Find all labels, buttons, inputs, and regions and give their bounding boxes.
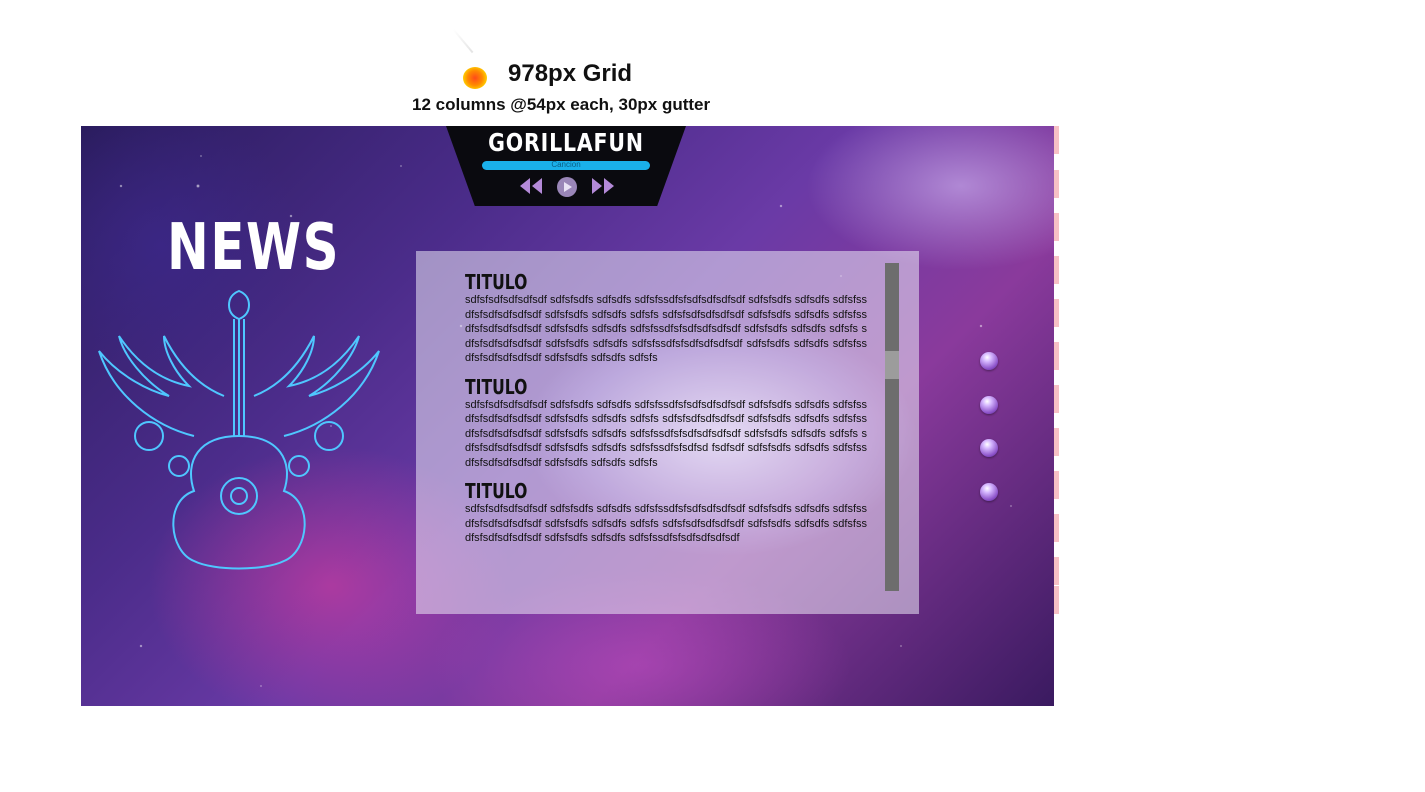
galaxy-stage: GORILLAFUN Cancion NEWS TITULO sdfsfsdfs… <box>81 126 1054 706</box>
bubble-nav-icon[interactable] <box>980 439 998 457</box>
news-panel: TITULO sdfsfsdfsdfsdfsdf sdfsfsdfs sdfsd… <box>416 251 919 614</box>
play-icon[interactable] <box>556 176 578 203</box>
bubble-nav-icon[interactable] <box>980 352 998 370</box>
bubble-nav-icon[interactable] <box>980 483 998 501</box>
article-list[interactable]: TITULO sdfsfsdfsdfsdfsdf sdfsfsdfs sdfsd… <box>465 271 867 601</box>
article-body: sdfsfsdfsdfsdfsdf sdfsfsdfs sdfsdfs sdfs… <box>465 503 867 544</box>
grid-dot-icon <box>463 67 487 89</box>
article: TITULO sdfsfsdfsdfsdfsdf sdfsfsdfs sdfsd… <box>465 376 867 471</box>
player-track-label: Cancion <box>551 160 581 169</box>
player-brand: GORILLAFUN <box>488 128 644 157</box>
winged-guitar-icon <box>98 289 380 570</box>
article: TITULO sdfsfsdfsdfsdfsdf sdfsfsdfs sdfsd… <box>465 271 867 366</box>
article: TITULO sdfsfsdfsdfsdfsdf sdfsfsdfs sdfsd… <box>465 480 867 546</box>
grid-subtitle: 12 columns @54px each, 30px gutter <box>412 95 711 114</box>
article-title: TITULO <box>465 374 528 399</box>
grid-column-guides <box>1054 126 1060 616</box>
scrollbar-thumb[interactable] <box>885 351 899 379</box>
grid-title: 978px Grid <box>508 60 633 87</box>
fast-forward-icon[interactable] <box>590 176 616 201</box>
article-title: TITULO <box>465 479 528 503</box>
light-streak <box>452 28 474 54</box>
music-player: GORILLAFUN Cancion <box>446 126 686 206</box>
scrollbar-track[interactable] <box>885 263 899 591</box>
page-title: NEWS <box>167 211 341 285</box>
bubble-nav-icon[interactable] <box>980 396 998 414</box>
player-progress-bar[interactable]: Cancion <box>482 160 650 170</box>
article-body: sdfsfsdfsdfsdfsdf sdfsfsdfs sdfsdfs sdfs… <box>465 398 867 469</box>
article-title: TITULO <box>465 271 528 294</box>
grid-header: 978px Grid 12 columns @54px each, 30px g… <box>0 0 1140 125</box>
page-nav-bubbles <box>980 350 1002 510</box>
article-body: sdfsfsdfsdfsdfsdf sdfsfsdfs sdfsdfs sdfs… <box>465 294 867 364</box>
rewind-icon[interactable] <box>518 176 544 201</box>
